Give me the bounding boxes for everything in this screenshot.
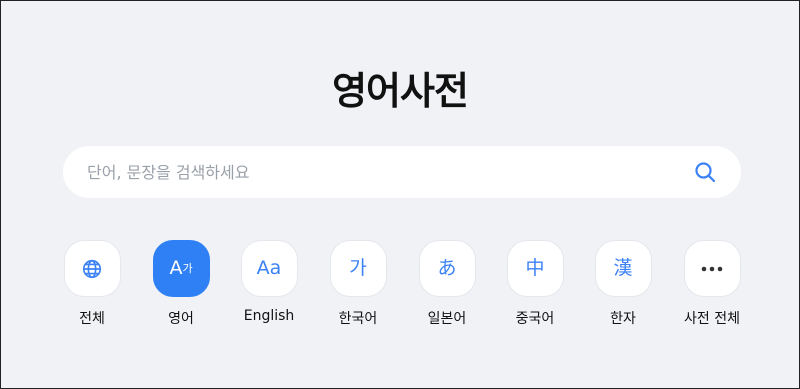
dictionary-category-list: 전체 A가 영어 Aa English 가 한국어 あ 일본어 中 중국어 漢 <box>63 240 743 330</box>
category-tile[interactable]: 漢 <box>594 240 652 297</box>
globe-icon <box>82 259 102 278</box>
category-tile[interactable]: 가 <box>329 240 387 297</box>
category-english[interactable]: Aa English <box>229 240 309 324</box>
category-tile[interactable]: 中 <box>506 240 564 297</box>
category-tile[interactable] <box>683 240 741 297</box>
category-all-dictionaries[interactable]: 사전 전체 <box>672 240 752 328</box>
category-tile[interactable] <box>63 240 121 297</box>
hanja-icon: 漢 <box>613 257 633 279</box>
english-korean-icon: A가 <box>169 257 193 279</box>
page-title: 영어사전 <box>332 69 469 113</box>
category-all[interactable]: 전체 <box>52 240 132 328</box>
category-chinese[interactable]: 中 중국어 <box>495 240 575 328</box>
category-label: English <box>243 308 295 324</box>
category-label: 영어 <box>168 311 194 327</box>
hanzi-icon: 中 <box>525 257 545 279</box>
aa-icon: Aa <box>256 257 282 279</box>
search-icon[interactable] <box>691 158 719 186</box>
category-korean[interactable]: 가 한국어 <box>318 240 398 328</box>
category-label: 한자 <box>610 311 636 327</box>
search-input[interactable] <box>87 162 691 182</box>
category-tile-active[interactable]: A가 <box>152 240 210 297</box>
category-tile[interactable]: あ <box>418 240 476 297</box>
hangul-icon: 가 <box>349 257 367 279</box>
category-label: 사전 전체 <box>684 311 740 327</box>
category-english-korean[interactable]: A가 영어 <box>141 240 221 328</box>
category-label: 전체 <box>79 311 105 327</box>
search-bar[interactable] <box>63 146 741 198</box>
category-label: 중국어 <box>515 311 555 327</box>
hiragana-icon: あ <box>437 257 457 279</box>
more-icon <box>701 266 723 271</box>
category-label: 일본어 <box>427 311 467 327</box>
category-hanja[interactable]: 漢 한자 <box>583 240 663 328</box>
category-label: 한국어 <box>338 311 378 327</box>
category-tile[interactable]: Aa <box>240 240 298 297</box>
category-japanese[interactable]: あ 일본어 <box>407 240 487 328</box>
